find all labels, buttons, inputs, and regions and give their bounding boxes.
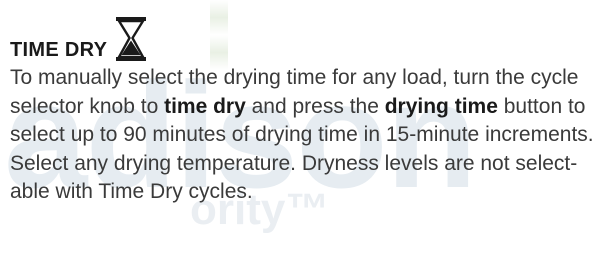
drying-time-button-name: drying time (384, 94, 498, 118)
section-heading: TIME DRY (10, 10, 610, 62)
time-dry-section: TIME DRY To manually select the drying t… (10, 10, 610, 207)
section-paragraph: To manually select the drying time for a… (10, 64, 610, 207)
section-title: TIME DRY (10, 39, 108, 61)
paragraph-text-2: and press the (245, 94, 385, 118)
knob-setting-time-dry: time dry (164, 94, 246, 118)
hourglass-icon (115, 16, 147, 62)
